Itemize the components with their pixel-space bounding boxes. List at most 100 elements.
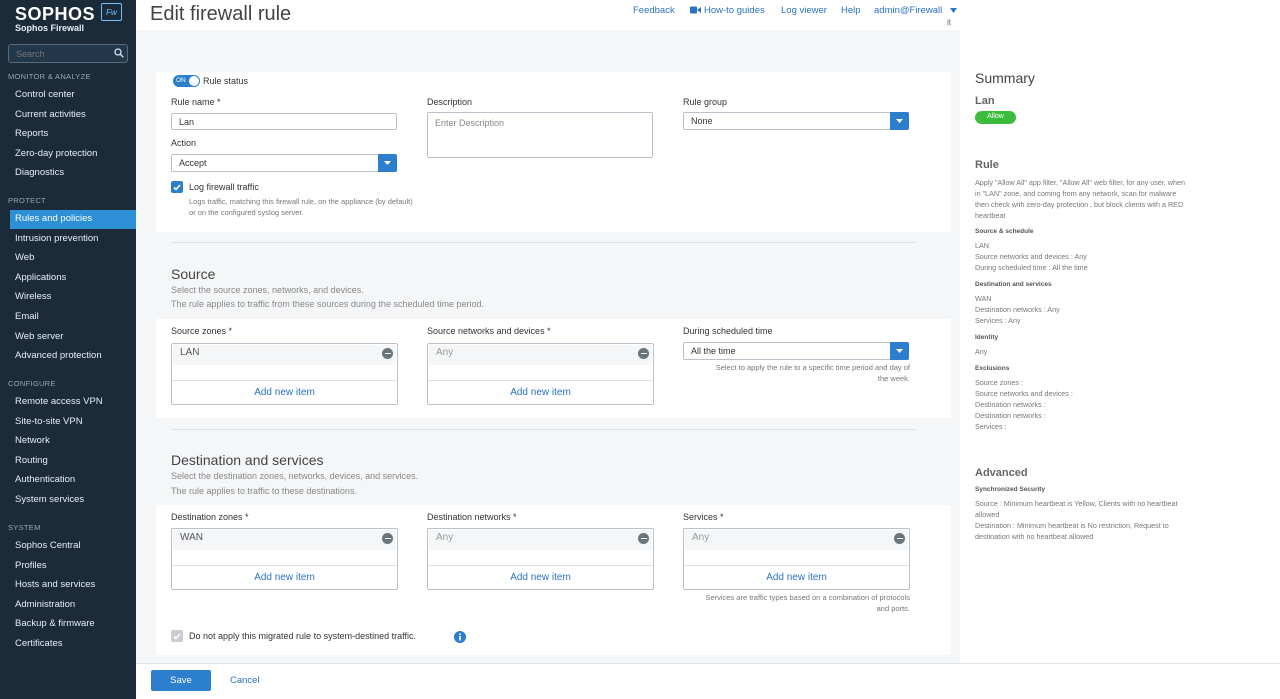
source-sub2: The rule applies to traffic from these s… — [171, 299, 485, 309]
sidebar-item-email[interactable]: Email — [10, 308, 136, 327]
sidebar-item-authentication[interactable]: Authentication — [10, 471, 136, 490]
search-input[interactable] — [8, 44, 128, 63]
how-to-guides-link[interactable]: How-to guides — [704, 5, 765, 16]
action-select[interactable]: Accept — [171, 154, 397, 172]
rule-name-label: Rule name * — [171, 97, 221, 107]
help-link[interactable]: Help — [841, 5, 861, 16]
divider — [171, 429, 916, 430]
add-new-item-button[interactable]: Add new item — [172, 380, 397, 404]
save-button[interactable]: Save — [151, 670, 211, 691]
sidebar-item-control-center[interactable]: Control center — [10, 86, 136, 105]
migrated-rule-label: Do not apply this migrated rule to syste… — [189, 631, 416, 641]
summary-destination-lines: WAN Destination networks : Any Services : … — [975, 293, 1060, 326]
sidebar-section-configure: CONFIGURE — [8, 379, 56, 388]
sidebar-item-system-services[interactable]: System services — [10, 491, 136, 510]
sidebar-item-administration[interactable]: Administration — [10, 596, 136, 615]
schedule-value: All the time — [691, 346, 736, 356]
description-textarea[interactable]: Enter Description — [427, 112, 653, 158]
sidebar-item-certificates[interactable]: Certificates — [10, 635, 136, 654]
list-item: Any — [685, 530, 908, 550]
sidebar-item-intrusion-prevention[interactable]: Intrusion prevention — [10, 230, 136, 249]
sidebar-item-applications[interactable]: Applications — [10, 269, 136, 288]
summary-source-heading: Source & schedule — [975, 228, 1034, 235]
action-label: Action — [171, 138, 197, 148]
product-name: Sophos Firewall — [15, 23, 85, 33]
action-value: Accept — [179, 158, 207, 168]
cancel-button[interactable]: Cancel — [230, 675, 260, 686]
summary-line: Destination networks : — [975, 411, 1046, 420]
remove-icon[interactable] — [638, 533, 649, 544]
footer — [136, 663, 1280, 699]
admin-sub: it — [947, 18, 951, 27]
remove-icon[interactable] — [382, 348, 393, 359]
sidebar-item-hosts-and-services[interactable]: Hosts and services — [10, 576, 136, 595]
chevron-down-icon[interactable] — [890, 342, 909, 360]
toggle-knob — [189, 76, 199, 86]
sidebar-item-web-server[interactable]: Web server — [10, 328, 136, 347]
destination-networks-label: Destination networks * — [427, 512, 517, 522]
source-networks-list: Any Add new item — [427, 343, 654, 405]
info-icon[interactable] — [454, 631, 466, 643]
add-new-item-button[interactable]: Add new item — [428, 380, 653, 404]
chevron-down-icon[interactable] — [378, 154, 397, 172]
remove-icon[interactable] — [638, 348, 649, 359]
admin-menu[interactable]: admin@Firewall — [874, 5, 942, 16]
summary-line: Services : Any — [975, 316, 1021, 325]
list-item: WAN — [173, 530, 396, 550]
divider — [171, 242, 916, 243]
sidebar-item-reports[interactable]: Reports — [10, 125, 136, 144]
feedback-link[interactable]: Feedback — [633, 5, 675, 16]
schedule-select[interactable]: All the time — [683, 342, 909, 360]
sidebar-item-backup-firmware[interactable]: Backup & firmware — [10, 615, 136, 634]
sidebar-item-sophos-central[interactable]: Sophos Central — [10, 537, 136, 556]
log-traffic-checkbox[interactable] — [171, 181, 183, 193]
sidebar-item-routing[interactable]: Routing — [10, 452, 136, 471]
log-viewer-link[interactable]: Log viewer — [781, 5, 827, 16]
migrated-rule-checkbox[interactable] — [171, 630, 183, 642]
search-icon[interactable] — [114, 48, 124, 58]
sidebar-item-diagnostics[interactable]: Diagnostics — [10, 164, 136, 183]
destination-zones-label: Destination zones * — [171, 512, 249, 522]
add-new-item-button[interactable]: Add new item — [428, 565, 653, 589]
sidebar-item-wireless[interactable]: Wireless — [10, 288, 136, 307]
rule-name-input[interactable]: Lan — [171, 113, 397, 130]
log-traffic-help: Logs traffic, matching this firewall rul… — [189, 197, 413, 217]
sidebar-item-remote-access-vpn[interactable]: Remote access VPN — [10, 393, 136, 412]
toggle-label: ON — [176, 77, 186, 84]
destination-sub1: Select the destination zones, networks, … — [171, 471, 419, 481]
summary-line: Source networks and devices : Any — [975, 252, 1087, 261]
destination-sub2: The rule applies to traffic to these des… — [171, 486, 357, 496]
remove-icon[interactable] — [894, 533, 905, 544]
rule-status-label: Rule status — [203, 76, 249, 86]
remove-icon[interactable] — [382, 533, 393, 544]
sidebar-item-zero-day-protection[interactable]: Zero-day protection — [10, 145, 136, 164]
schedule-label: During scheduled time — [683, 326, 773, 336]
sidebar-item-advanced-protection[interactable]: Advanced protection — [10, 347, 136, 366]
summary-identity-lines: Any — [975, 346, 987, 357]
add-new-item-button[interactable]: Add new item — [172, 565, 397, 589]
rule-group-value: None — [691, 116, 713, 126]
rule-group-select[interactable]: None — [683, 112, 909, 130]
sidebar-item-site-to-site-vpn[interactable]: Site-to-site VPN — [10, 413, 136, 432]
destination-networks-list: Any Add new item — [427, 528, 654, 590]
summary-line: LAN — [975, 241, 989, 250]
services-label: Services * — [683, 512, 724, 522]
sidebar-section-protect: PROTECT — [8, 196, 46, 205]
fw-badge: Fw — [101, 3, 122, 21]
sidebar-item-profiles[interactable]: Profiles — [10, 557, 136, 576]
sidebar-item-network[interactable]: Network — [10, 432, 136, 451]
rule-group-label: Rule group — [683, 97, 728, 107]
summary-line: Destination networks : Any — [975, 305, 1060, 314]
summary-exclusions-heading: Exclusions — [975, 365, 1010, 372]
chevron-down-icon[interactable] — [950, 8, 957, 13]
status-badge: Allow — [975, 111, 1016, 124]
sidebar-item-current-activities[interactable]: Current activities — [10, 106, 136, 125]
sophos-logo: SOPHOS — [15, 4, 96, 24]
add-new-item-button[interactable]: Add new item — [684, 565, 909, 589]
rule-status-toggle[interactable]: ON — [173, 75, 200, 87]
video-icon — [690, 6, 701, 14]
source-networks-label: Source networks and devices * — [427, 326, 551, 336]
sidebar-item-rules-and-policies[interactable]: Rules and policies — [10, 210, 136, 229]
sidebar-item-web[interactable]: Web — [10, 249, 136, 268]
chevron-down-icon[interactable] — [890, 112, 909, 130]
